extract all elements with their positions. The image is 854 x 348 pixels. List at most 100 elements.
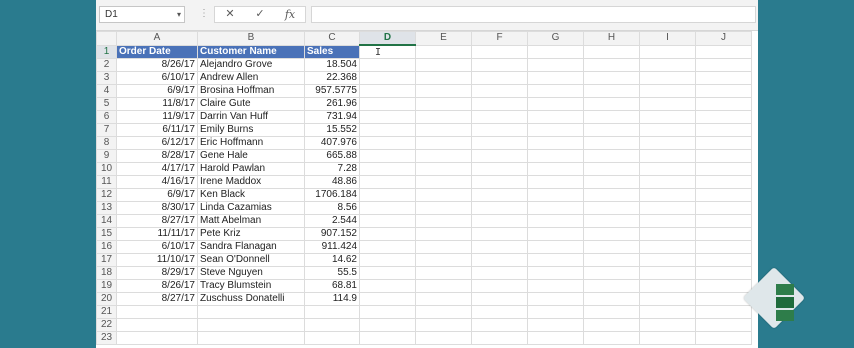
row-header[interactable]: 20	[96, 292, 117, 306]
customer-name-cell[interactable]: Tracy Blumstein	[197, 279, 305, 293]
column-header-j[interactable]: J	[695, 31, 752, 46]
order-date-cell[interactable]: 8/26/17	[116, 279, 198, 293]
cell[interactable]	[415, 201, 472, 215]
cell[interactable]	[527, 123, 584, 137]
cell[interactable]	[471, 149, 528, 163]
cell[interactable]	[359, 331, 416, 345]
customer-name-cell[interactable]: Pete Kriz	[197, 227, 305, 241]
cell[interactable]	[583, 240, 640, 254]
cell[interactable]	[583, 84, 640, 98]
cell[interactable]	[527, 305, 584, 319]
cell[interactable]	[471, 136, 528, 150]
cell[interactable]	[415, 110, 472, 124]
cell[interactable]	[359, 188, 416, 202]
cell[interactable]	[415, 279, 472, 293]
column-header-h[interactable]: H	[583, 31, 640, 46]
cell[interactable]	[583, 71, 640, 85]
sales-cell[interactable]: 114.9	[304, 292, 360, 306]
cell[interactable]	[471, 123, 528, 137]
order-date-cell[interactable]: 11/11/17	[116, 227, 198, 241]
cell[interactable]	[639, 97, 696, 111]
cell[interactable]	[639, 71, 696, 85]
sales-cell[interactable]: 907.152	[304, 227, 360, 241]
order-date-cell[interactable]: 8/29/17	[116, 266, 198, 280]
cell[interactable]	[583, 110, 640, 124]
cell[interactable]	[527, 292, 584, 306]
sales-cell[interactable]: 731.94	[304, 110, 360, 124]
cell[interactable]	[695, 58, 752, 72]
row-header[interactable]: 1	[96, 44, 117, 59]
column-header-g[interactable]: G	[527, 31, 584, 46]
cell[interactable]	[359, 97, 416, 111]
order-date-cell[interactable]: 6/10/17	[116, 71, 198, 85]
cell[interactable]	[527, 136, 584, 150]
customer-name-cell[interactable]: Gene Hale	[197, 149, 305, 163]
cell[interactable]	[415, 266, 472, 280]
customer-name-cell[interactable]: Harold Pawlan	[197, 162, 305, 176]
cell[interactable]	[415, 318, 472, 332]
order-date-cell[interactable]: 6/9/17	[116, 84, 198, 98]
customer-name-cell[interactable]: Matt Abelman	[197, 214, 305, 228]
cell[interactable]	[695, 214, 752, 228]
sales-cell[interactable]: 407.976	[304, 136, 360, 150]
cell[interactable]	[359, 162, 416, 176]
formula-input[interactable]	[311, 6, 756, 23]
name-box-dropdown-icon[interactable]: ▾	[177, 7, 181, 22]
cell[interactable]	[527, 240, 584, 254]
customer-name-cell[interactable]: Andrew Allen	[197, 71, 305, 85]
row-header[interactable]: 2	[96, 58, 117, 72]
cell[interactable]	[583, 44, 640, 59]
customer-name-cell[interactable]: Sean O'Donnell	[197, 253, 305, 267]
cancel-icon[interactable]: ✕	[219, 7, 241, 22]
sales-cell[interactable]: 55.5	[304, 266, 360, 280]
cell[interactable]	[197, 331, 305, 345]
cell[interactable]	[415, 123, 472, 137]
cell[interactable]	[639, 175, 696, 189]
cell[interactable]	[695, 136, 752, 150]
name-box[interactable]: D1 ▾	[99, 6, 185, 23]
cell[interactable]	[527, 227, 584, 241]
cell[interactable]	[583, 318, 640, 332]
row-header[interactable]: 3	[96, 71, 117, 85]
cell[interactable]	[116, 331, 198, 345]
cell[interactable]	[695, 201, 752, 215]
cell[interactable]	[695, 97, 752, 111]
cell[interactable]	[583, 214, 640, 228]
cell[interactable]	[415, 240, 472, 254]
row-header[interactable]: 10	[96, 162, 117, 176]
cell[interactable]	[583, 136, 640, 150]
cell[interactable]	[116, 318, 198, 332]
cell[interactable]	[471, 175, 528, 189]
sales-cell[interactable]: 665.88	[304, 149, 360, 163]
row-header[interactable]: 12	[96, 188, 117, 202]
order-date-cell[interactable]: 4/17/17	[116, 162, 198, 176]
order-date-cell[interactable]: 11/9/17	[116, 110, 198, 124]
cell[interactable]	[695, 318, 752, 332]
cell[interactable]	[527, 253, 584, 267]
cell[interactable]	[471, 279, 528, 293]
cell[interactable]	[639, 227, 696, 241]
cell[interactable]	[471, 201, 528, 215]
row-header[interactable]: 18	[96, 266, 117, 280]
cell[interactable]	[527, 149, 584, 163]
cell[interactable]	[471, 97, 528, 111]
cell[interactable]	[583, 279, 640, 293]
cell[interactable]	[639, 149, 696, 163]
cell[interactable]	[471, 240, 528, 254]
row-header[interactable]: 6	[96, 110, 117, 124]
customer-name-cell[interactable]: Sandra Flanagan	[197, 240, 305, 254]
cell[interactable]	[471, 71, 528, 85]
sales-cell[interactable]: 8.56	[304, 201, 360, 215]
customer-name-cell[interactable]: Ken Black	[197, 188, 305, 202]
column-header-i[interactable]: I	[639, 31, 696, 46]
row-header[interactable]: 21	[96, 305, 117, 319]
cell[interactable]	[527, 84, 584, 98]
cell[interactable]	[639, 188, 696, 202]
cell[interactable]	[583, 188, 640, 202]
order-date-cell[interactable]: 6/10/17	[116, 240, 198, 254]
sales-cell[interactable]: 18.504	[304, 58, 360, 72]
sales-cell[interactable]: 15.552	[304, 123, 360, 137]
row-header[interactable]: 8	[96, 136, 117, 150]
order-date-cell[interactable]: 6/12/17	[116, 136, 198, 150]
cell[interactable]	[471, 84, 528, 98]
